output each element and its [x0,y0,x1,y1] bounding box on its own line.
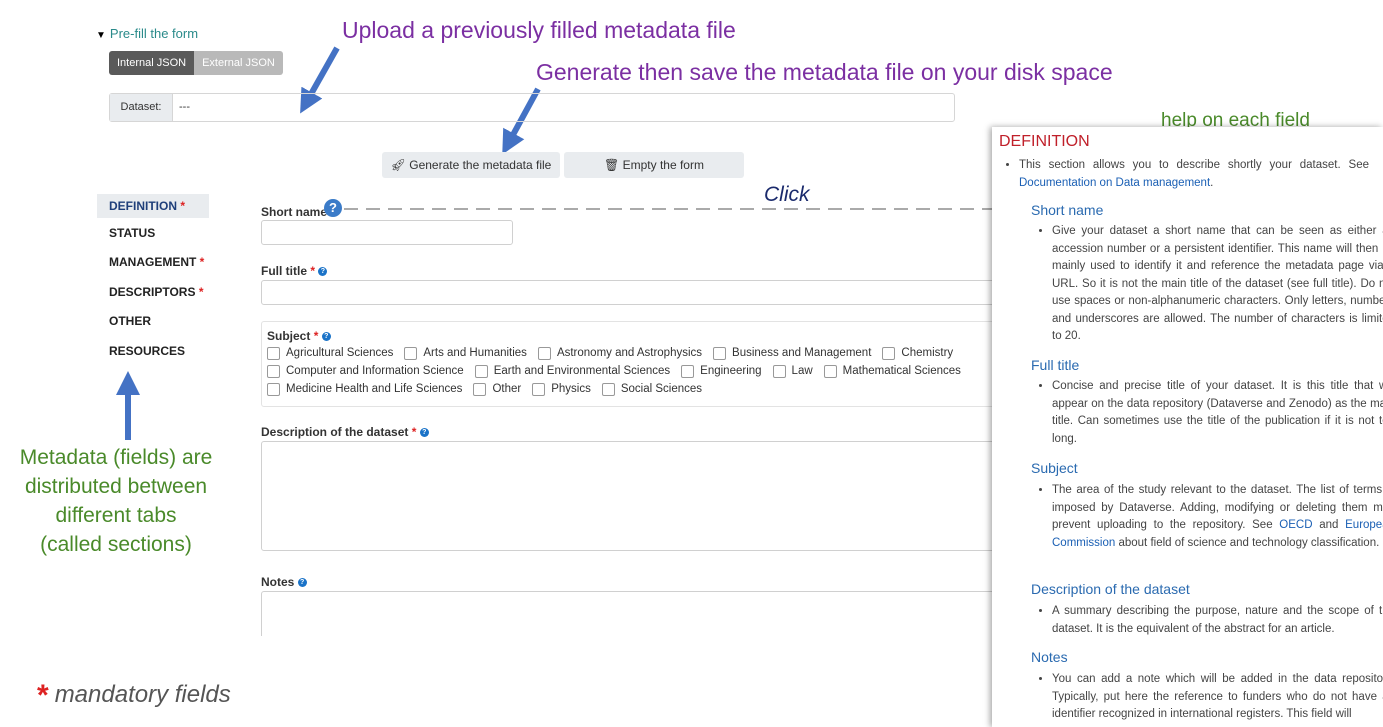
subject-checkbox[interactable]: Arts and Humanities [404,344,527,362]
json-source-toggle: Internal JSON External JSON [109,51,283,75]
sidebar-item-management[interactable]: MANAGEMENT * [97,250,204,274]
short-name-input[interactable] [261,220,513,245]
subject-checkbox[interactable]: Law [772,362,813,380]
help-subject-title: Subject [1031,460,1078,476]
help-subject-text: The area of the study relevant to the da… [1035,482,1383,552]
dataset-value[interactable]: --- [173,94,190,121]
help-description-title: Description of the dataset [1031,581,1190,597]
subject-checkbox[interactable]: Mathematical Sciences [823,362,961,380]
help-panel: DEFINITION This section allows you to de… [992,127,1383,727]
sidebar-item-resources[interactable]: RESOURCES [97,339,185,363]
dataset-select[interactable]: Dataset: --- [109,93,955,122]
help-full-title-text: Concise and precise title of your datase… [1035,378,1383,448]
subject-checkbox[interactable]: Earth and Environmental Sciences [474,362,670,380]
help-intro: This section allows you to describe shor… [1002,157,1369,192]
subject-checkbox[interactable]: Computer and Information Science [267,362,464,380]
sidebar-item-other[interactable]: OTHER [97,309,151,333]
oecd-link[interactable]: OECD [1279,519,1312,531]
full-title-input[interactable] [261,280,998,305]
trash-icon: 🗑︎ [604,158,620,172]
full-title-label: Full title * ? [261,264,328,278]
help-description-text: A summary describing the purpose, nature… [1035,603,1383,638]
rocket-icon: 🚀︎ [390,158,406,172]
help-icon[interactable]: ? [321,332,331,342]
prefill-toggle[interactable]: ▼ Pre-fill the form [96,26,198,41]
subject-checkbox[interactable]: Astronomy and Astrophysics [537,344,702,362]
subject-checkbox[interactable]: Medicine Health and Life Sciences [267,380,462,398]
help-short-name-text: Give your dataset a short name that can … [1035,223,1383,346]
subject-checkbox[interactable]: Other [473,380,521,398]
short-name-help-icon[interactable]: ? [324,199,342,217]
sidebar-item-descriptors[interactable]: DESCRIPTORS * [97,280,203,304]
subject-checkbox[interactable]: Chemistry [882,344,953,362]
help-notes-title: Notes [1031,649,1068,665]
generate-metadata-button[interactable]: 🚀︎ Generate the metadata file [382,152,560,178]
subject-checkbox[interactable]: Business and Management [713,344,871,362]
help-icon[interactable]: ? [297,578,307,588]
help-title: DEFINITION [999,133,1090,150]
help-short-name-title: Short name [1031,202,1104,218]
short-name-label: Short name [261,205,328,219]
help-icon[interactable]: ? [419,428,429,438]
dataset-label: Dataset: [110,94,173,121]
subject-label: Subject * ? [267,329,331,343]
subject-checkbox[interactable]: Social Sciences [601,380,702,398]
help-icon[interactable]: ? [318,267,328,277]
tab-external-json[interactable]: External JSON [194,51,283,75]
sidebar-item-definition[interactable]: DEFINITION * [97,194,209,218]
documentation-link[interactable]: Documentation on Data management [1019,177,1210,189]
notes-label: Notes ? [261,575,307,589]
subject-checkbox[interactable]: Agricultural Sciences [267,344,393,362]
description-label: Description of the dataset * ? [261,425,429,439]
sidebar-item-status[interactable]: STATUS [97,221,155,245]
subject-checkbox[interactable]: Engineering [681,362,762,380]
subject-checkbox[interactable]: Physics [532,380,591,398]
empty-form-button[interactable]: 🗑︎ Empty the form [564,152,744,178]
description-textarea[interactable] [261,441,998,551]
mandatory-legend: * mandatory fields [37,679,231,712]
help-full-title-title: Full title [1031,357,1080,373]
help-notes-text: You can add a note which will be added i… [1035,671,1383,724]
caret-down-icon: ▼ [96,30,106,41]
subject-group: Subject * ? Agricultural Sciences Arts a… [261,321,1003,407]
tab-internal-json[interactable]: Internal JSON [109,51,195,75]
